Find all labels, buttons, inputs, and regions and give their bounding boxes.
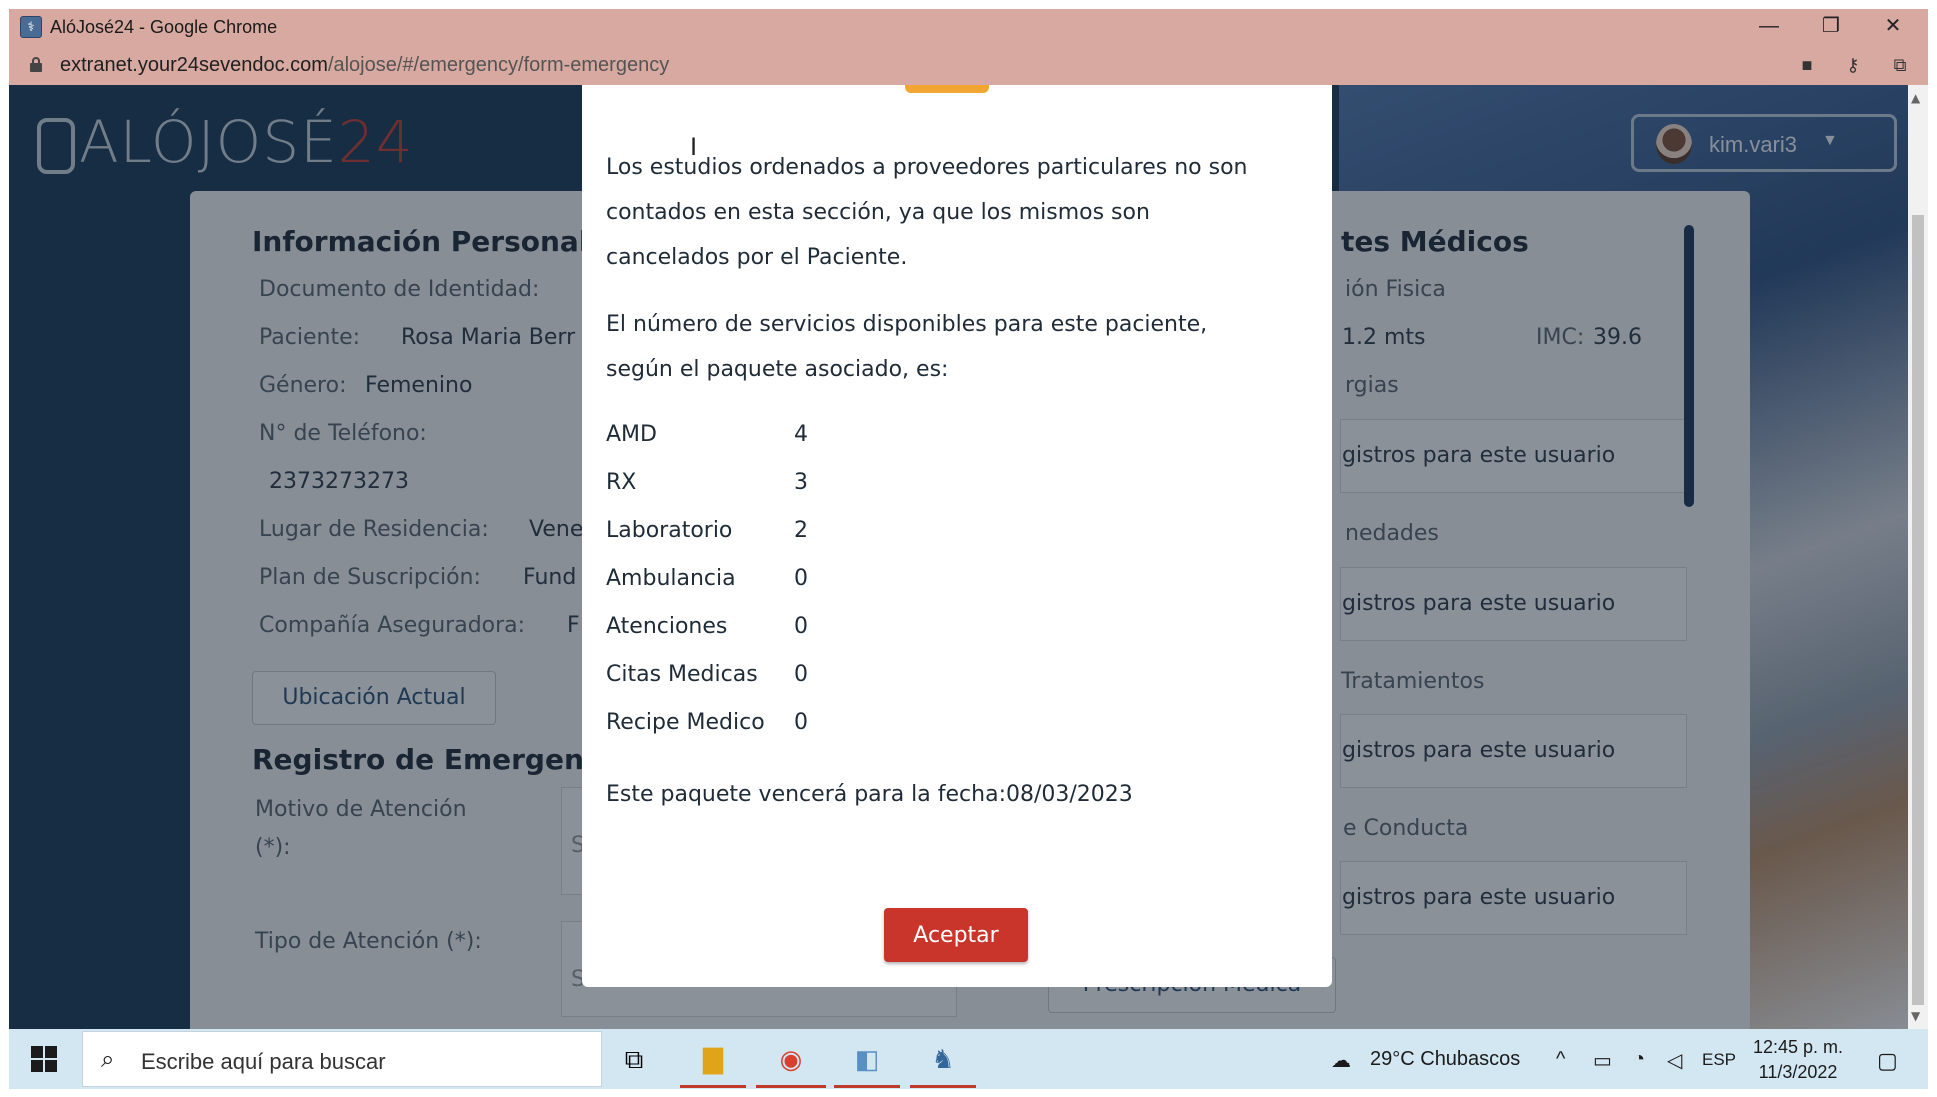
taskbar-search-placeholder: Escribe aquí para buscar [141,1049,386,1074]
url-text[interactable]: extranet.your24sevendoc.com/alojose/#/em… [60,54,669,77]
page-scroll-thumb[interactable] [1912,215,1924,1005]
lock-icon [30,57,42,72]
file-explorer-active-indicator [680,1085,746,1088]
url-path: /alojose/#/emergency/form-emergency [327,54,670,76]
volume-icon[interactable]: ◁ [1667,1048,1682,1073]
table-row: Atenciones 0 [606,602,808,650]
service-count: 4 [794,421,808,447]
expiry-text: Este paquete vencerá para la fecha:08/03… [606,782,1133,807]
clock-date: 11/3/2022 [1758,1062,1838,1082]
windows-start-icon[interactable] [31,1046,57,1072]
minimize-icon[interactable]: — [1739,10,1799,44]
wifi-icon[interactable]: ◔ [1633,1048,1645,1071]
file-explorer-icon[interactable]: ▇ [693,1039,733,1079]
service-name: Atenciones [606,613,728,639]
postgres-elephant-icon[interactable]: ♞ [923,1039,963,1079]
browser-title-bar: ⚕ AlóJosé24 - Google Chrome — ❐ ✕ [9,9,1928,45]
service-count: 0 [794,613,808,639]
services-table: AMD 4 RX 3 Laboratorio 2 Ambulancia 0 Atenci… [606,410,808,746]
table-row: RX 3 [606,458,808,506]
service-name: Ambulancia [606,565,736,591]
taskbar-clock[interactable]: 12:45 p. m. 11/3/2022 [1753,1035,1843,1085]
weather-cloud-icon[interactable]: ☁ [1331,1048,1351,1073]
notifications-icon[interactable]: ▢ [1877,1048,1898,1074]
modal-para1-line1: Los estudios ordenados a proveedores par… [606,155,1248,180]
weather-text[interactable]: 29°C Chubascos [1370,1048,1520,1071]
scroll-down-icon[interactable]: ▼ [1911,1009,1920,1023]
service-count: 0 [794,661,808,687]
site-favicon-icon: ⚕ [20,16,42,38]
service-name: Citas Medicas [606,661,758,687]
key-icon[interactable]: ⚷ [1842,55,1864,75]
notepad-active-indicator [834,1085,900,1088]
modal-top-accent [905,85,989,93]
camera-icon[interactable]: ■ [1796,55,1818,75]
service-count: 0 [794,565,808,591]
service-name: Laboratorio [606,517,733,543]
table-row: Recipe Medico 0 [606,698,808,746]
chevron-up-icon[interactable]: ^ [1556,1048,1565,1071]
table-row: Ambulancia 0 [606,554,808,602]
restore-icon[interactable]: ❐ [1801,10,1861,44]
service-name: Recipe Medico [606,709,765,735]
chrome-active-indicator [756,1085,826,1088]
url-host: extranet.your24sevendoc.com [60,54,328,76]
table-row: AMD 4 [606,410,808,458]
service-count: 2 [794,517,808,543]
accept-button[interactable]: Aceptar [884,908,1028,962]
translate-icon[interactable]: ⧉ [1889,55,1911,75]
task-view-icon[interactable]: ⧉ [614,1039,654,1079]
modal-para2-line1: El número de servicios disponibles para … [606,312,1208,337]
table-row: Citas Medicas 0 [606,650,808,698]
notepad-app-icon[interactable]: ◧ [847,1039,887,1079]
table-row: Laboratorio 2 [606,506,808,554]
service-name: RX [606,469,637,495]
chrome-icon[interactable]: ◉ [771,1039,811,1079]
text-cursor-icon: I [690,133,698,161]
clock-time: 12:45 p. m. [1753,1037,1844,1057]
address-bar[interactable]: extranet.your24sevendoc.com/alojose/#/em… [9,45,1928,85]
taskbar-search-input[interactable]: ⌕ Escribe aquí para buscar [82,1031,602,1087]
taskbar: ⌕ Escribe aquí para buscar ⧉ ▇ ◉ ◧ ♞ ☁ 2… [9,1029,1928,1089]
search-icon: ⌕ [101,1046,115,1073]
modal-para1-line3: cancelados por el Paciente. [606,245,908,270]
modal-para1-line2: contados en esta sección, ya que los mis… [606,200,1150,225]
battery-icon[interactable]: ▭ [1593,1048,1612,1073]
language-indicator[interactable]: ESP [1702,1050,1736,1070]
close-window-icon[interactable]: ✕ [1863,10,1923,44]
modal-para2-line2: según el paquete asociado, es: [606,357,949,382]
services-modal: Los estudios ordenados a proveedores par… [582,85,1332,987]
service-count: 3 [794,469,808,495]
page-scrollbar[interactable]: ▲ ▼ [1908,85,1928,1029]
scroll-up-icon[interactable]: ▲ [1911,91,1920,105]
service-count: 0 [794,709,808,735]
postgres-active-indicator [910,1085,976,1088]
service-name: AMD [606,421,657,447]
window-title: AlóJosé24 - Google Chrome [50,17,278,37]
